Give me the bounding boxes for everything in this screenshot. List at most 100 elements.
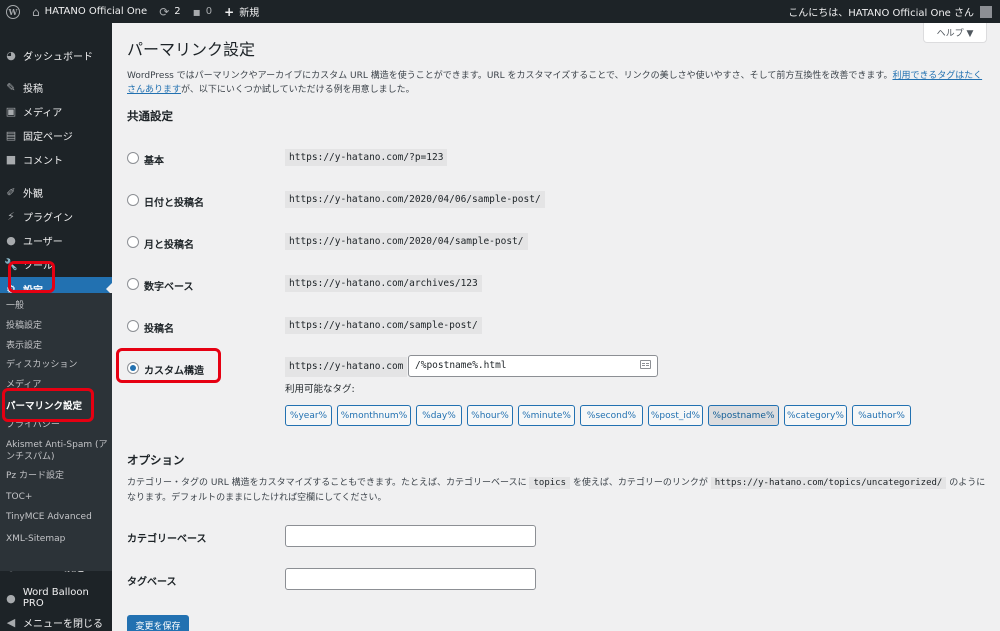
permalink-radio[interactable] <box>127 194 139 206</box>
submenu-item[interactable]: Akismet Anti-Spam (アンチスパム) <box>6 439 110 463</box>
tag-base-input[interactable] <box>285 568 536 590</box>
permalink-radio[interactable] <box>127 236 139 248</box>
comment-icon: ■ <box>5 152 17 166</box>
sidebar-item-page[interactable]: ▤ 固定ページ <box>0 123 112 147</box>
tag-button[interactable]: %author% <box>852 405 911 426</box>
permalink-option: 基本 https://y-hatano.com/?p=123 <box>127 149 987 169</box>
tag-button[interactable]: %monthnum% <box>337 405 411 426</box>
sidebar-item-label: 外観 <box>23 188 43 200</box>
tag-button[interactable]: %year% <box>285 405 332 426</box>
sidebar-item-dashboard[interactable]: ◕ ダッシュボード <box>0 43 112 67</box>
permalink-option-label[interactable]: 月と投稿名 <box>144 236 194 251</box>
my-account-menu[interactable]: こんにちは、HATANO Official One さん <box>782 0 1000 23</box>
submenu-item[interactable]: Pz カード設定 <box>6 470 110 482</box>
admin-sidebar: ◕ ダッシュボード ✎ 投稿 ▣ メディア ▤ 固定ページ ■ コメント ✐ 外観 ⚡ プラグイン ● ユーザ… <box>0 23 112 631</box>
permalink-radio[interactable] <box>127 278 139 290</box>
permalink-radio[interactable] <box>127 152 139 164</box>
options-description: カテゴリー・タグの URL 構造をカスタマイズすることもできます。たとえば、カテ… <box>127 477 986 503</box>
form-icon <box>640 360 651 369</box>
code-topics: topics <box>529 477 570 489</box>
permalink-example: https://y-hatano.com/?p=123 <box>285 149 448 166</box>
permalink-option: 投稿名 https://y-hatano.com/sample-post/ <box>127 317 987 337</box>
permalink-option-label[interactable]: 日付と投稿名 <box>144 194 204 209</box>
tag-button[interactable]: %hour% <box>467 405 513 426</box>
submenu-item[interactable]: ディスカッション <box>6 359 110 371</box>
permalink-option-label[interactable]: 投稿名 <box>144 320 174 335</box>
sidebar-item-label: メニューを閉じる <box>23 618 103 630</box>
sidebar-item-media[interactable]: ▣ メディア <box>0 99 112 123</box>
tag-button[interactable]: %second% <box>580 405 643 426</box>
tag-button[interactable]: %day% <box>416 405 462 426</box>
sidebar-item-label: ダッシュボード <box>23 51 93 63</box>
permalink-example: https://y-hatano.com/2020/04/sample-post… <box>285 233 528 250</box>
common-settings-title: 共通設定 <box>127 109 173 123</box>
help-tab-button[interactable]: ヘルプ ▼ <box>923 23 987 43</box>
submenu-item[interactable]: XML-Sitemap <box>6 533 110 545</box>
save-changes-button[interactable]: 変更を保存 <box>127 615 189 631</box>
code-example-url: https://y-hatano.com/topics/uncategorize… <box>710 477 947 489</box>
tag-button[interactable]: %minute% <box>518 405 575 426</box>
available-tags-label: 利用可能なタグ: <box>285 384 355 395</box>
sidebar-item-plugin[interactable]: ⚡ プラグイン <box>0 204 112 228</box>
submenu-item[interactable]: 表示設定 <box>6 340 110 352</box>
tag-button[interactable]: %category% <box>784 405 847 426</box>
submenu-item[interactable]: TOC+ <box>6 491 110 503</box>
sidebar-item-user[interactable]: ● ユーザー <box>0 228 112 252</box>
options-title: オプション <box>127 453 185 467</box>
page-icon: ▤ <box>5 128 17 142</box>
custom-structure-input[interactable]: /%postname%.html <box>408 355 658 377</box>
permalink-option-label[interactable]: 数字ベース <box>144 278 194 293</box>
new-content-menu[interactable]: + 新規 <box>218 0 265 23</box>
page-title: パーマリンク設定 <box>127 40 256 59</box>
sidebar-item-label: 投稿 <box>23 83 43 95</box>
wordpress-icon: W <box>6 4 20 19</box>
pin-icon: ✎ <box>6 80 16 94</box>
highlight-custom-structure <box>116 348 221 383</box>
submenu-item[interactable]: 投稿設定 <box>6 320 110 332</box>
sidebar-item-label: プラグイン <box>23 212 73 224</box>
highlight-permalink-submenu <box>2 388 94 422</box>
sidebar-item-collapse[interactable]: ◀ メニューを閉じる <box>0 610 112 631</box>
permalink-example: https://y-hatano.com/2020/04/06/sample-p… <box>285 191 545 208</box>
comments-menu[interactable]: ▪ 0 <box>187 0 219 23</box>
category-base-label: カテゴリーベース <box>127 534 207 545</box>
tag-button[interactable]: %post_id% <box>648 405 703 426</box>
sidebar-item-brush[interactable]: ✐ 外観 <box>0 180 112 204</box>
collapse-icon: ◀ <box>6 615 16 629</box>
greeting: こんにちは、HATANO Official One さん <box>788 8 974 19</box>
permalink-example: https://y-hatano.com/archives/123 <box>285 275 482 292</box>
sidebar-item-label: Word Balloon PRO <box>22 587 89 609</box>
settings-submenu: 一般 投稿設定 表示設定 ディスカッション メディア パーマリンク設定 プライバシー Akis… <box>0 293 112 571</box>
site-name-menu[interactable]: ⌂ HATANO Official One <box>26 0 153 23</box>
wp-logo-menu[interactable]: W <box>0 0 26 23</box>
category-base-input[interactable] <box>285 525 536 547</box>
tag-button[interactable]: %postname% <box>708 405 779 426</box>
permalink-option: 月と投稿名 https://y-hatano.com/2020/04/sample… <box>127 233 987 253</box>
plus-icon: + <box>224 4 235 19</box>
permalink-option-label[interactable]: 基本 <box>144 152 164 167</box>
submenu-item[interactable]: TinyMCE Advanced <box>6 511 110 523</box>
media-icon: ▣ <box>5 104 17 118</box>
user-icon: ● <box>6 233 16 247</box>
permalink-example: https://y-hatano.com/sample-post/ <box>285 317 482 334</box>
brush-icon: ✐ <box>6 185 16 199</box>
permalink-option: 日付と投稿名 https://y-hatano.com/2020/04/06/sa… <box>127 191 987 211</box>
permalink-radio[interactable] <box>127 320 139 332</box>
highlight-settings-menu <box>8 261 55 293</box>
new-label: 新規 <box>239 8 260 19</box>
sidebar-item-label: コメント <box>23 155 63 167</box>
admin-bar: W ⌂ HATANO Official One ⟳ 2 ▪ 0 + 新規 こんにちは、H… <box>0 0 1000 23</box>
site-name: HATANO Official One <box>44 6 148 17</box>
sidebar-item-label: ユーザー <box>23 236 63 248</box>
sidebar-item-balloon[interactable]: ● Word Balloon PRO <box>0 586 112 610</box>
plugin-icon: ⚡ <box>7 209 15 223</box>
comment-bubble-icon: ▪ <box>192 4 201 19</box>
updates-menu[interactable]: ⟳ 2 <box>153 0 186 23</box>
sidebar-item-comment[interactable]: ■ コメント <box>0 147 112 171</box>
balloon-icon: ● <box>6 591 16 605</box>
sidebar-item-pin[interactable]: ✎ 投稿 <box>0 75 112 99</box>
submenu-item[interactable]: 一般 <box>6 300 110 312</box>
updates-icon: ⟳ <box>159 4 170 19</box>
comments-count: 0 <box>205 6 213 17</box>
sidebar-item-label: メディア <box>23 107 63 119</box>
